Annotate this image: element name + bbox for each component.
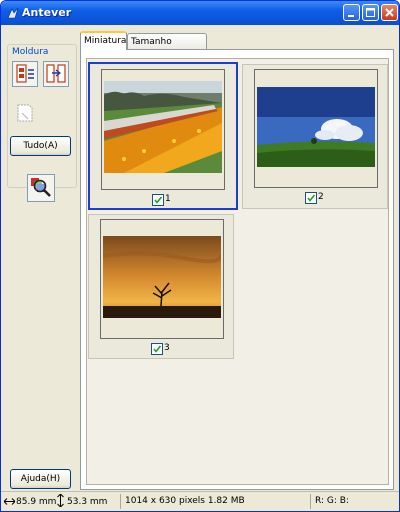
help-button[interactable]: Ajuda(H) (10, 469, 71, 489)
check-icon (307, 194, 316, 202)
zoom-preview-button[interactable] (27, 174, 55, 202)
thumbnail-card-2[interactable]: 2 (242, 64, 388, 209)
status-bar: 85.9 mm 53.3 mm 1014 x 630 pixels 1.82 M… (1, 491, 399, 511)
thumbnail-card-3[interactable]: 3 (88, 214, 234, 359)
thumbnail-3-number: 3 (164, 343, 170, 353)
frame-adjust-icon (46, 64, 66, 83)
sky-meadow-photo (257, 87, 375, 167)
thumbnail-3-checkbox[interactable] (151, 343, 163, 355)
app-icon (7, 7, 19, 19)
zoom-preview-icon (31, 178, 51, 197)
thumbnail-area[interactable]: 1 2 3 (86, 58, 389, 485)
frame-group-label: Moldura (11, 47, 50, 57)
rgb-readout: R: G: B: (310, 494, 399, 509)
minimize-button[interactable] (343, 4, 360, 21)
title-bar[interactable]: Antever (1, 1, 399, 25)
thumbnail-2-checkbox[interactable] (305, 192, 317, 204)
thumbnail-2-number: 2 (318, 192, 324, 202)
minimize-icon (348, 15, 354, 17)
all-button[interactable]: Tudo(A) (10, 136, 71, 156)
width-arrow-icon (4, 498, 15, 505)
tab-miniatura[interactable]: Miniatura (80, 31, 127, 50)
close-button[interactable] (381, 4, 398, 21)
preview-window: Antever Moldura Tudo(A) Ajuda(H) Miniatu… (0, 0, 400, 512)
left-panel: Moldura Tudo(A) Ajuda(H) (5, 28, 77, 489)
check-icon (153, 345, 162, 353)
height-arrow-icon (57, 494, 64, 507)
tab-full-size[interactable]: Tamanho Completo (127, 33, 207, 63)
thumbnail-frame (100, 219, 224, 339)
frame-adjust-button[interactable] (43, 61, 69, 87)
thumbnail-1-number: 1 (165, 194, 171, 204)
flower-field-photo (104, 81, 222, 173)
pixel-info: 1014 x 630 pixels 1.82 MB (120, 494, 310, 509)
width-value: 85.9 mm (16, 497, 57, 507)
thumbnail-panel: 1 2 3 (80, 49, 394, 490)
sunset-tree-photo (103, 236, 221, 318)
maximize-icon (366, 8, 375, 17)
thumbnail-1-checkbox[interactable] (152, 194, 164, 206)
auto-locate-frame-icon (16, 64, 34, 83)
thumbnail-frame (254, 69, 378, 188)
delete-frame-button[interactable] (12, 100, 38, 126)
thumbnail-card-1[interactable]: 1 (88, 62, 238, 210)
thumbnail-frame (101, 69, 225, 190)
delete-frame-icon (17, 104, 33, 122)
window-title: Antever (22, 6, 72, 19)
maximize-button[interactable] (362, 4, 379, 21)
close-icon (385, 8, 394, 17)
auto-locate-frame-button[interactable] (12, 61, 38, 87)
height-value: 53.3 mm (67, 497, 108, 507)
check-icon (154, 196, 163, 204)
